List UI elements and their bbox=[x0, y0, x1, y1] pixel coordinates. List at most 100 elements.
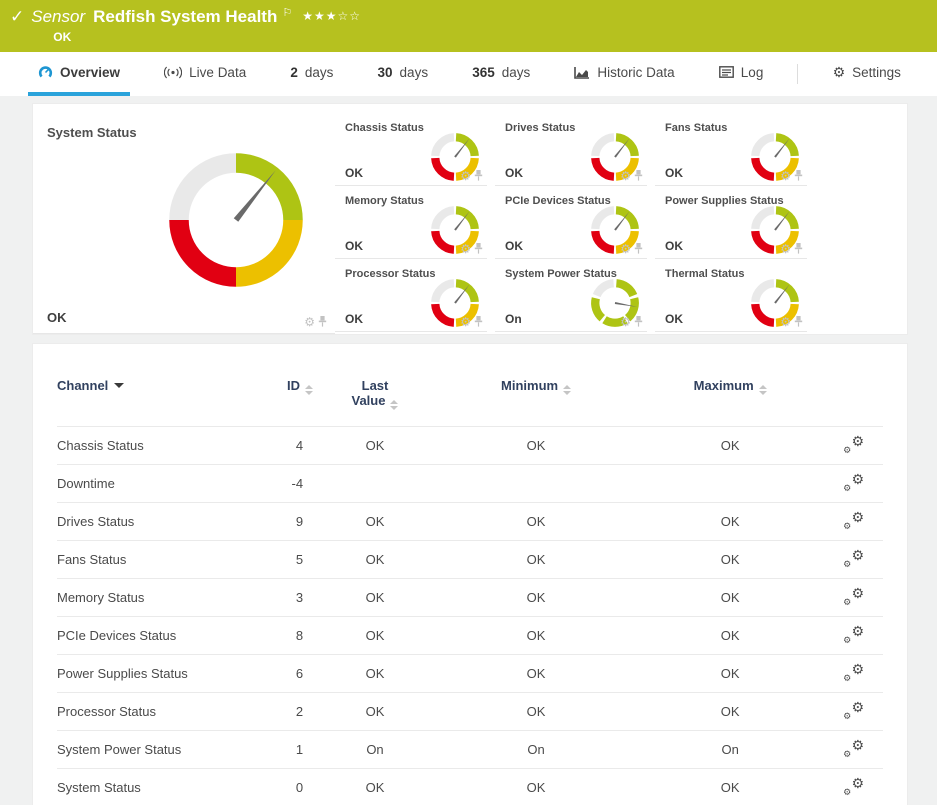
gauge-value: OK bbox=[505, 239, 523, 253]
last-value: OK bbox=[313, 579, 437, 617]
table-row-memory-status: Memory Status 3 OK OK OK ⚙⚙ bbox=[57, 579, 883, 617]
pin-icon[interactable] bbox=[318, 316, 327, 327]
priority-stars[interactable]: ★★★☆☆ bbox=[302, 9, 361, 23]
tab-log[interactable]: Log bbox=[709, 52, 774, 96]
channel-settings-gears-icon[interactable]: ⚙⚙ bbox=[844, 740, 864, 756]
tab-label: days bbox=[305, 65, 334, 80]
gauge-label: System Status bbox=[47, 125, 137, 140]
maximum-value bbox=[635, 465, 825, 503]
channel-id: 0 bbox=[247, 769, 313, 805]
gauge-label: Drives Status bbox=[505, 122, 575, 134]
tab-historic-data[interactable]: Historic Data bbox=[564, 52, 684, 96]
gear-icon[interactable]: ⚙ bbox=[620, 317, 631, 327]
column-header-last-value[interactable]: Last Value bbox=[313, 364, 437, 427]
sort-icon bbox=[563, 385, 571, 395]
channel-id: 4 bbox=[247, 427, 313, 465]
gear-icon[interactable]: ⚙ bbox=[620, 171, 631, 181]
gear-icon[interactable]: ⚙ bbox=[780, 317, 791, 327]
gear-icon[interactable]: ⚙ bbox=[620, 244, 631, 254]
gear-icon[interactable]: ⚙ bbox=[460, 244, 471, 254]
maximum-value: OK bbox=[635, 693, 825, 731]
minimum-value bbox=[437, 465, 635, 503]
column-label: Last bbox=[362, 378, 389, 393]
channel-settings-gears-icon[interactable]: ⚙⚙ bbox=[844, 512, 864, 528]
channel-name: Power Supplies Status bbox=[57, 655, 247, 693]
channel-name: Fans Status bbox=[57, 541, 247, 579]
pin-icon[interactable] bbox=[634, 316, 643, 327]
gear-icon[interactable]: ⚙ bbox=[780, 171, 791, 181]
column-label: Maximum bbox=[694, 378, 754, 393]
gear-icon[interactable]: ⚙ bbox=[460, 317, 471, 327]
content-area: System Status OK ⚙ Chas bbox=[0, 96, 937, 805]
column-header-maximum[interactable]: Maximum bbox=[635, 364, 825, 427]
column-header-minimum[interactable]: Minimum bbox=[437, 364, 635, 427]
gauges-panel: System Status OK ⚙ Chas bbox=[33, 104, 907, 334]
gauge-cell-memory-status: Memory Status OK ⚙ bbox=[335, 186, 487, 259]
channel-id: 5 bbox=[247, 541, 313, 579]
tab-settings[interactable]: ⚙ Settings bbox=[823, 52, 911, 96]
maximum-value: OK bbox=[635, 655, 825, 693]
channel-id: 9 bbox=[247, 503, 313, 541]
gauge-value: On bbox=[505, 312, 522, 326]
channel-settings-gears-icon[interactable]: ⚙⚙ bbox=[844, 626, 864, 642]
tab-label: days bbox=[502, 65, 531, 80]
gear-icon[interactable]: ⚙ bbox=[304, 317, 315, 327]
pin-icon[interactable] bbox=[474, 170, 483, 181]
maximum-value: OK bbox=[635, 617, 825, 655]
log-icon bbox=[719, 66, 734, 78]
tab-live-data[interactable]: Live Data bbox=[154, 52, 256, 96]
channel-settings-gears-icon[interactable]: ⚙⚙ bbox=[844, 778, 864, 794]
pin-icon[interactable] bbox=[474, 316, 483, 327]
table-row-drives-status: Drives Status 9 OK OK OK ⚙⚙ bbox=[57, 503, 883, 541]
channel-settings-gears-icon[interactable]: ⚙⚙ bbox=[844, 550, 864, 566]
tab-label: Settings bbox=[852, 65, 901, 80]
channel-settings-gears-icon[interactable]: ⚙⚙ bbox=[844, 436, 864, 452]
gauge-value: OK bbox=[345, 239, 363, 253]
pin-icon[interactable] bbox=[634, 243, 643, 254]
minimum-value: OK bbox=[437, 541, 635, 579]
tab-30-days[interactable]: 30 days bbox=[368, 52, 439, 96]
gauge-cell-processor-status: Processor Status OK ⚙ bbox=[335, 259, 487, 332]
table-row-downtime: Downtime -4 ⚙⚙ bbox=[57, 465, 883, 503]
last-value: On bbox=[313, 731, 437, 769]
tab-365-days[interactable]: 365 days bbox=[462, 52, 540, 96]
gauge-label: Chassis Status bbox=[345, 122, 424, 134]
table-row-system-power-status: System Power Status 1 On On On ⚙⚙ bbox=[57, 731, 883, 769]
minimum-value: OK bbox=[437, 655, 635, 693]
last-value: OK bbox=[313, 541, 437, 579]
column-header-id[interactable]: ID bbox=[247, 364, 313, 427]
pin-icon[interactable] bbox=[634, 170, 643, 181]
sort-icon bbox=[759, 385, 767, 395]
pin-icon[interactable] bbox=[794, 170, 803, 181]
pin-icon[interactable] bbox=[474, 243, 483, 254]
channel-settings-gears-icon[interactable]: ⚙⚙ bbox=[844, 702, 864, 718]
channel-settings-gears-icon[interactable]: ⚙⚙ bbox=[844, 588, 864, 604]
gear-icon[interactable]: ⚙ bbox=[780, 244, 791, 254]
pin-icon[interactable] bbox=[794, 316, 803, 327]
page-title: Redfish System Health bbox=[93, 7, 277, 27]
column-header-actions bbox=[825, 364, 883, 427]
channel-id: 1 bbox=[247, 731, 313, 769]
tab-bar: Overview Live Data 2 days 30 days 365 da… bbox=[0, 52, 937, 96]
column-header-channel[interactable]: Channel bbox=[57, 364, 247, 427]
maximum-value: OK bbox=[635, 579, 825, 617]
last-value: OK bbox=[313, 769, 437, 805]
table-row-processor-status: Processor Status 2 OK OK OK ⚙⚙ bbox=[57, 693, 883, 731]
flag-icon[interactable]: ⚐ bbox=[282, 6, 292, 19]
pin-icon[interactable] bbox=[794, 243, 803, 254]
gauge-value: OK bbox=[345, 166, 363, 180]
channel-name: Drives Status bbox=[57, 503, 247, 541]
gauge-value: OK bbox=[345, 312, 363, 326]
channel-id: 6 bbox=[247, 655, 313, 693]
panel-filler bbox=[807, 113, 907, 334]
tab-2-days[interactable]: 2 days bbox=[280, 52, 343, 96]
table-row-fans-status: Fans Status 5 OK OK OK ⚙⚙ bbox=[57, 541, 883, 579]
channels-table-panel: Channel ID Last Value Minimum Maximum bbox=[33, 344, 907, 805]
channel-settings-gears-icon[interactable]: ⚙⚙ bbox=[844, 474, 864, 490]
gear-icon[interactable]: ⚙ bbox=[460, 171, 471, 181]
channel-gauges-grid: Chassis Status OK ⚙ Drives Status bbox=[335, 113, 807, 334]
tab-overview[interactable]: Overview bbox=[28, 52, 130, 96]
column-label: Value bbox=[352, 393, 386, 408]
tab-number: 30 bbox=[378, 65, 393, 80]
channel-settings-gears-icon[interactable]: ⚙⚙ bbox=[844, 664, 864, 680]
